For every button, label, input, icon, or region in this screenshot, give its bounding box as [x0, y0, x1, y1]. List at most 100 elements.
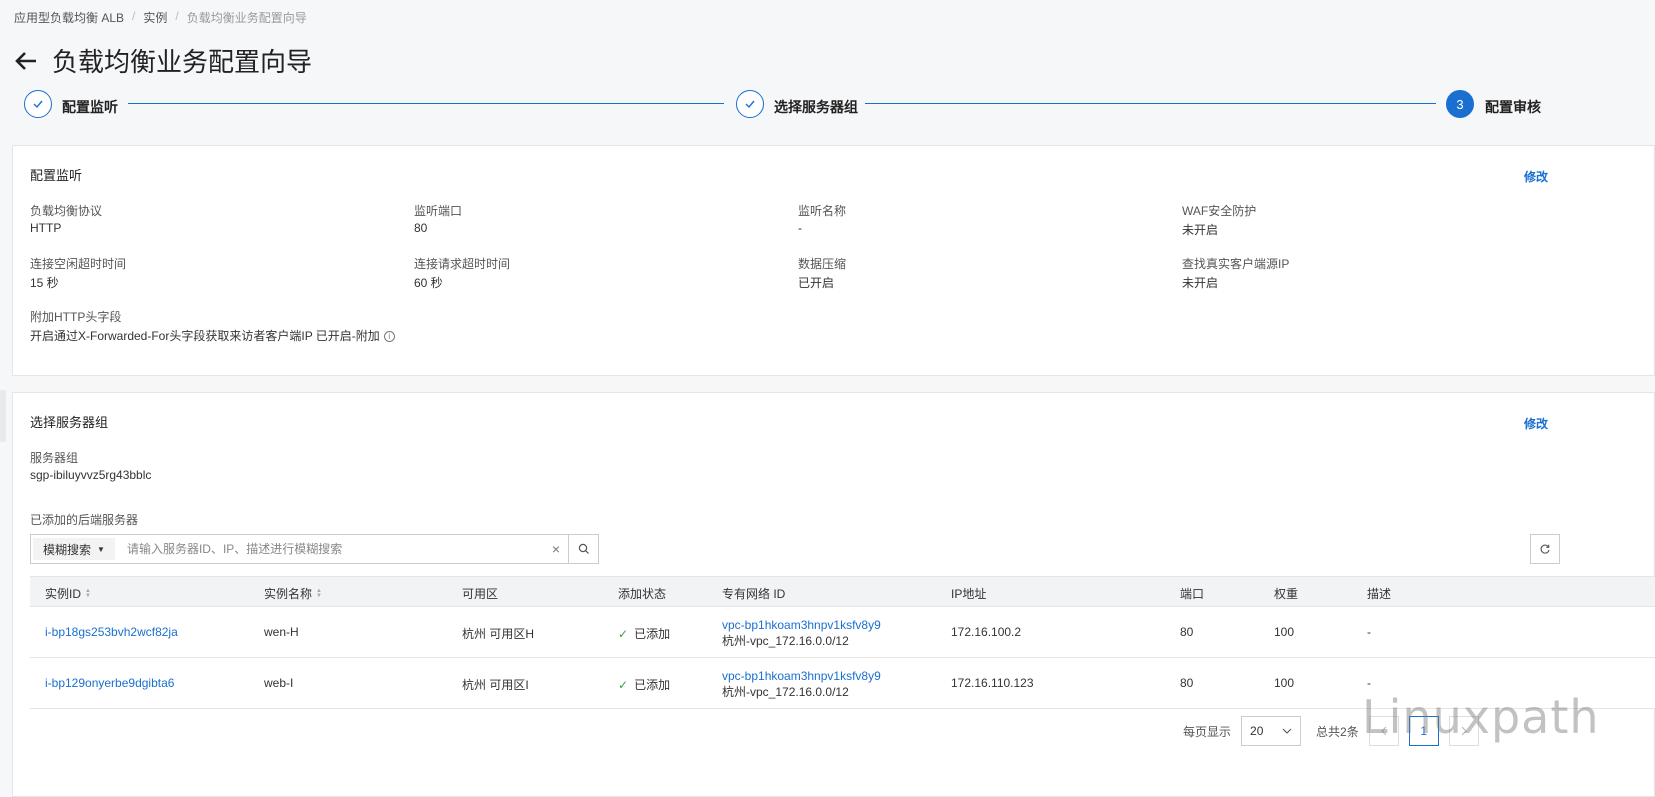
- status: ✓ 已添加: [618, 625, 670, 642]
- step-connector: [865, 103, 1436, 104]
- listen-edit-link[interactable]: 修改: [1524, 168, 1548, 185]
- field-value-port: 80: [414, 221, 428, 235]
- refresh-icon: [1540, 544, 1550, 554]
- instance-id-link[interactable]: i-bp129onyerbe9dgibta6: [45, 676, 174, 690]
- field-value-http-header: 开启通过X-Forwarded-For头字段获取来访者客户端IP 已开启-附加 i: [30, 327, 395, 344]
- page-size-select[interactable]: 20: [1241, 716, 1302, 746]
- step-3-number: 3: [1446, 90, 1474, 118]
- instance-name: wen-H: [264, 625, 299, 639]
- breadcrumb: 应用型负载均衡 ALB / 实例 / 负载均衡业务配置向导: [14, 9, 307, 26]
- breadcrumb-current: 负载均衡业务配置向导: [186, 11, 307, 25]
- watermark: Linuxpath: [1362, 690, 1600, 744]
- field-label-server-group: 服务器组: [30, 451, 79, 465]
- vpc-name: 杭州-vpc_172.16.0.0/12: [722, 685, 849, 699]
- step-2-label: 选择服务器组: [774, 99, 858, 115]
- weight: 100: [1274, 676, 1295, 690]
- zone: 杭州 可用区I: [462, 678, 529, 692]
- server-group-edit-link[interactable]: 修改: [1524, 415, 1548, 432]
- search-icon: [578, 543, 589, 554]
- field-value-waf: 未开启: [1182, 223, 1219, 237]
- field-value-compression: 已开启: [798, 276, 835, 290]
- sort-icon[interactable]: ▲ ▼: [85, 588, 91, 599]
- vpc-cell: vpc-bp1hkoam3hnpv1ksfv8y9 杭州-vpc_172.16.…: [722, 617, 881, 649]
- field-label-http-header: 附加HTTP头字段: [30, 310, 122, 324]
- port: 80: [1180, 676, 1194, 690]
- ip-address: 172.16.100.2: [951, 625, 1022, 639]
- page-size-value: 20: [1250, 724, 1264, 738]
- column-header-vpc: 专有网络 ID: [722, 587, 786, 601]
- vpc-id-link[interactable]: vpc-bp1hkoam3hnpv1ksfv8y9: [722, 668, 881, 684]
- breadcrumb-separator: /: [175, 9, 179, 23]
- column-header-ip: IP地址: [951, 587, 987, 601]
- table-header: 实例ID ▲ ▼ 实例名称 ▲ ▼ 可用区 添加状态 专有网络 ID IP地址 端口 权…: [30, 576, 1655, 607]
- field-label-request-timeout: 连接请求超时时间: [414, 257, 511, 271]
- vpc-name: 杭州-vpc_172.16.0.0/12: [722, 634, 849, 648]
- column-header-weight: 权重: [1274, 587, 1299, 601]
- per-page-label: 每页显示: [1183, 724, 1232, 739]
- total-count: 总共2条: [1316, 724, 1359, 739]
- step-1-check-icon: [24, 90, 52, 118]
- column-header-label: 实例名称: [264, 587, 313, 601]
- step-connector: [128, 103, 724, 104]
- weight: 100: [1274, 625, 1295, 639]
- field-label-idle-timeout: 连接空闲超时时间: [30, 257, 127, 271]
- caret-down-icon: ▼: [97, 544, 105, 554]
- field-value-server-group: sgp-ibiluyvvz5rg43bblc: [30, 468, 152, 482]
- vpc-cell: vpc-bp1hkoam3hnpv1ksfv8y9 杭州-vpc_172.16.…: [722, 668, 881, 700]
- field-label-protocol: 负载均衡协议: [30, 204, 103, 218]
- search-type-label: 模糊搜索: [43, 542, 92, 557]
- description: -: [1367, 676, 1371, 690]
- listen-config-card: 配置监听 修改 负载均衡协议 HTTP 监听端口 80 监听名称 - WAF安全…: [12, 145, 1655, 376]
- field-label-real-ip: 查找真实客户端源IP: [1182, 257, 1290, 271]
- title-row: 负载均衡业务配置向导: [12, 42, 312, 79]
- status-text: 已添加: [634, 627, 671, 641]
- check-icon: ✓: [618, 678, 629, 692]
- description: -: [1367, 625, 1371, 639]
- instance-name: web-I: [264, 676, 294, 690]
- field-label-listen-name: 监听名称: [798, 204, 847, 218]
- breadcrumb-alb[interactable]: 应用型负载均衡 ALB: [14, 9, 124, 26]
- check-icon: ✓: [618, 627, 629, 641]
- field-label-waf: WAF安全防护: [1182, 204, 1257, 218]
- added-servers-label: 已添加的后端服务器: [30, 513, 139, 527]
- step-3-label: 配置审核: [1485, 99, 1541, 115]
- column-header-port: 端口: [1180, 587, 1205, 601]
- search-input[interactable]: [114, 542, 544, 556]
- step-2-check-icon: [736, 90, 764, 118]
- instance-id-link[interactable]: i-bp18gs253bvh2wcf82ja: [45, 625, 178, 639]
- column-header-status: 添加状态: [618, 587, 667, 601]
- table-row: i-bp18gs253bvh2wcf82ja wen-H 杭州 可用区H ✓ 已添…: [30, 607, 1655, 658]
- refresh-button[interactable]: [1530, 534, 1560, 564]
- column-header-zone: 可用区: [462, 587, 499, 601]
- field-label-port: 监听端口: [414, 204, 463, 218]
- column-header-label: 实例ID: [45, 587, 82, 601]
- port: 80: [1180, 625, 1194, 639]
- breadcrumb-separator: /: [132, 9, 136, 23]
- column-header-instance-id[interactable]: 实例ID ▲ ▼: [45, 585, 91, 602]
- search-button[interactable]: [568, 535, 598, 563]
- field-value-listen-name: -: [798, 221, 802, 235]
- zone: 杭州 可用区H: [462, 627, 535, 641]
- page-title: 负载均衡业务配置向导: [52, 47, 313, 77]
- ip-address: 172.16.110.123: [951, 676, 1034, 690]
- field-value-idle-timeout: 15 秒: [30, 276, 59, 290]
- server-group-title: 选择服务器组: [30, 415, 109, 430]
- sort-icon[interactable]: ▲ ▼: [316, 588, 322, 599]
- back-arrow-icon[interactable]: [12, 47, 40, 75]
- field-value-request-timeout: 60 秒: [414, 276, 443, 290]
- http-header-text: 开启通过X-Forwarded-For头字段获取来访者客户端IP 已开启-附加: [30, 329, 380, 343]
- field-value-protocol: HTTP: [30, 221, 62, 235]
- search-box: 模糊搜索 ▼ ×: [30, 534, 599, 564]
- step-1-label: 配置监听: [62, 99, 118, 115]
- side-collapse-handle[interactable]: [0, 390, 6, 442]
- clear-icon[interactable]: ×: [544, 541, 568, 557]
- breadcrumb-instance[interactable]: 实例: [143, 9, 167, 26]
- wizard-steps: 配置监听 选择服务器组 3 配置审核: [24, 90, 1624, 120]
- info-icon[interactable]: i: [383, 331, 395, 343]
- column-header-description: 描述: [1367, 587, 1392, 601]
- chevron-down-icon: [1282, 728, 1292, 734]
- vpc-id-link[interactable]: vpc-bp1hkoam3hnpv1ksfv8y9: [722, 617, 881, 633]
- listen-config-title: 配置监听: [30, 168, 83, 183]
- column-header-instance-name[interactable]: 实例名称 ▲ ▼: [264, 585, 322, 602]
- search-type-dropdown[interactable]: 模糊搜索 ▼: [33, 538, 115, 560]
